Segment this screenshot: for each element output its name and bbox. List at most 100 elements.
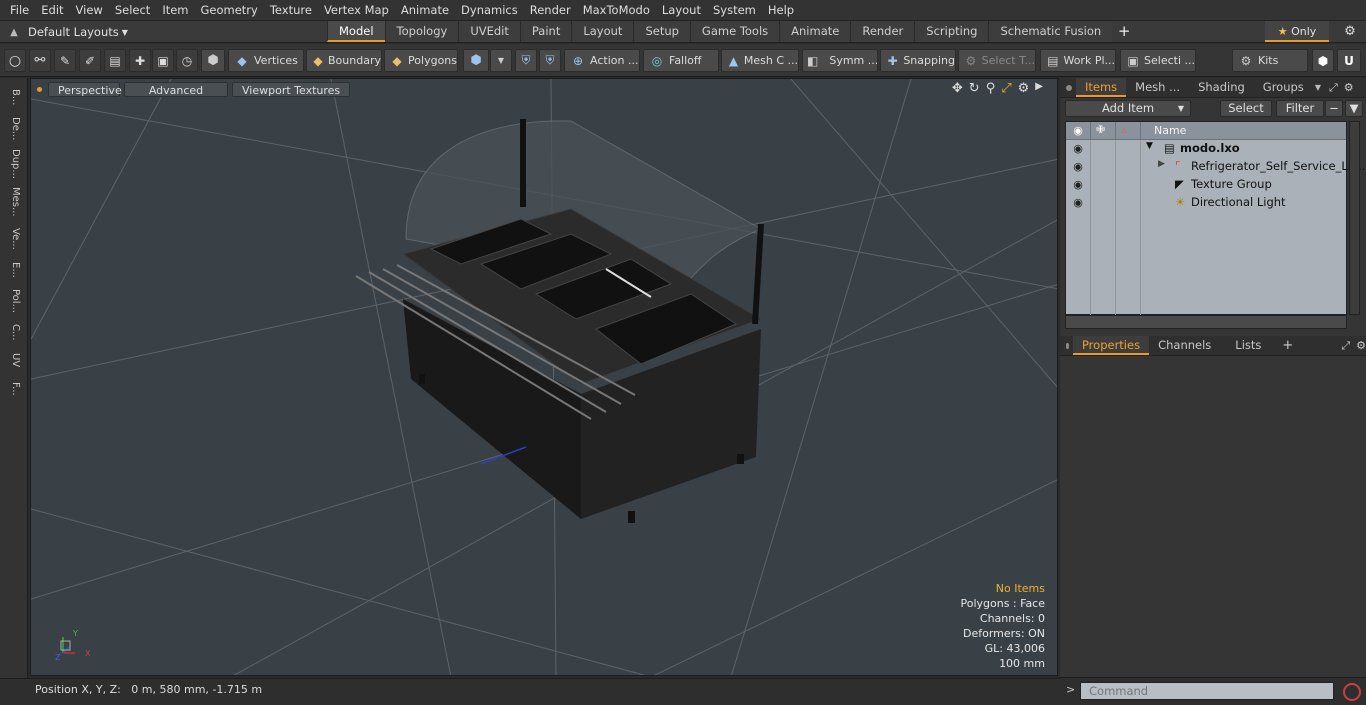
menu-geometry[interactable]: Geometry — [195, 0, 264, 21]
menu-system[interactable]: System — [707, 0, 762, 21]
brush-tool[interactable]: ✐ — [79, 49, 101, 72]
tab-schematic-fusion[interactable]: Schematic Fusion — [988, 21, 1113, 42]
menu-layout[interactable]: Layout — [656, 0, 707, 21]
gear-icon[interactable]: ⚙ — [1344, 81, 1354, 94]
menu-maxtomodo[interactable]: MaxToModo — [577, 0, 656, 21]
menu-help[interactable]: Help — [762, 0, 800, 21]
move-view-icon[interactable]: ✥ — [952, 81, 963, 96]
filter-button[interactable]: Filter — [1276, 100, 1324, 117]
select-circle-tool[interactable]: ○ — [4, 49, 26, 72]
menu-select[interactable]: Select — [109, 0, 156, 21]
item-row-texture-group[interactable]: ◉ ◤ Texture Group — [1066, 176, 1346, 194]
item-mode-button[interactable]: ⬢ — [201, 49, 225, 72]
gear-icon[interactable]: ⚙ — [1018, 81, 1030, 96]
select-button[interactable]: Select — [1220, 100, 1272, 117]
only-toggle[interactable]: ★ Only — [1265, 21, 1329, 42]
strip-tab-basic[interactable]: B... — [5, 84, 21, 110]
strip-tab-vertex[interactable]: Ve... — [5, 224, 21, 254]
tab-scripting[interactable]: Scripting — [914, 21, 989, 42]
tab-layout[interactable]: Layout — [571, 21, 634, 42]
mesh-constraints-button[interactable]: ▲ Mesh C ... — [721, 49, 799, 72]
snap-shield-button[interactable]: ⛨ — [539, 49, 561, 72]
eye-icon[interactable]: ◉ — [1071, 178, 1085, 191]
gear-icon[interactable]: ⚙ — [1336, 21, 1364, 42]
tab-groups[interactable]: Groups — [1254, 78, 1313, 97]
tab-shading[interactable]: Shading — [1189, 78, 1254, 97]
rotate-view-icon[interactable]: ↻ — [969, 81, 980, 96]
eye-icon[interactable]: ◉ — [1071, 124, 1085, 137]
tab-animate[interactable]: Animate — [779, 21, 851, 42]
tab-render[interactable]: Render — [850, 21, 915, 42]
tab-properties[interactable]: Properties — [1072, 336, 1150, 355]
perspective-dropdown[interactable]: Perspective — [48, 81, 122, 97]
globe-tool[interactable]: ⚯ — [29, 49, 51, 72]
mode-dropdown[interactable]: ▼ — [490, 49, 512, 72]
render-icon[interactable]: ▵ — [1121, 123, 1127, 136]
menu-animate[interactable]: Animate — [395, 0, 455, 21]
add-item-button[interactable]: Add Item ▼ — [1065, 100, 1191, 117]
timer-tool[interactable]: ◷ — [176, 49, 198, 72]
advanced-dropdown[interactable]: Advanced — [124, 81, 228, 97]
menu-view[interactable]: View — [70, 0, 109, 21]
layouts-dropdown[interactable]: ▲ Default Layouts ▼ — [0, 21, 200, 43]
tab-lists[interactable]: Lists — [1226, 336, 1270, 355]
snapping-button[interactable]: ✚ Snapping — [880, 49, 956, 72]
strip-tab-deform[interactable]: De... — [5, 114, 21, 144]
funnel-icon[interactable]: ▼ — [1345, 100, 1363, 117]
falloff-button[interactable]: ◎ Falloff — [643, 49, 719, 72]
tab-setup[interactable]: Setup — [633, 21, 690, 42]
item-row-directional-light[interactable]: ◉ ☀ Directional Light — [1066, 194, 1346, 212]
menu-vertex-map[interactable]: Vertex Map — [318, 0, 395, 21]
gear-icon[interactable]: ⚙ — [1356, 339, 1366, 352]
item-row-scene[interactable]: ◉ ▼ ▤ modo.lxo — [1066, 140, 1346, 158]
strip-tab-mesh-edit[interactable]: Mes... — [5, 184, 21, 220]
3d-viewport[interactable]: Perspective Advanced Viewport Textures ✥… — [30, 78, 1058, 676]
name-column-header[interactable]: Name — [1154, 124, 1186, 137]
expand-panel-icon[interactable]: ⤢ — [1341, 339, 1350, 353]
polygons-button[interactable]: ◆ Polygons — [384, 49, 458, 72]
eye-icon[interactable]: ◉ — [1071, 196, 1085, 209]
chevron-down-icon[interactable]: ▼ — [1315, 83, 1321, 92]
maximize-icon[interactable]: ⤢ — [1001, 81, 1011, 96]
tab-mesh[interactable]: Mesh ... — [1126, 78, 1189, 97]
menu-dynamics[interactable]: Dynamics — [455, 0, 524, 21]
symmetry-shield-button[interactable]: ⛨ — [515, 49, 537, 72]
tab-paint[interactable]: Paint — [519, 21, 572, 42]
material-mode-button[interactable]: ⬢ — [463, 49, 489, 72]
item-list-vertical-scrollbar[interactable] — [1349, 121, 1360, 315]
eye-icon[interactable]: ◉ — [1071, 160, 1085, 173]
unity-button[interactable]: ⬢ — [1312, 49, 1334, 72]
strip-tab-fusion[interactable]: F... — [5, 376, 21, 402]
add-tab-button[interactable]: + — [1112, 21, 1136, 43]
menu-texture[interactable]: Texture — [264, 0, 318, 21]
eye-icon[interactable]: ◉ — [1071, 142, 1085, 155]
tab-model[interactable]: Model — [327, 21, 385, 42]
expand-panel-icon[interactable]: ⤢ — [1329, 81, 1338, 95]
tab-uvedit[interactable]: UVEdit — [458, 21, 520, 42]
chevron-right-icon[interactable]: ▶ — [1035, 81, 1043, 96]
layout-switch-icon[interactable]: ▲ — [0, 27, 28, 38]
selection-sets-button[interactable]: ▣ Selecti ... — [1120, 49, 1196, 72]
symmetry-button[interactable]: ◧ Symm ... — [802, 49, 878, 72]
menu-render[interactable]: Render — [524, 0, 577, 21]
square-tool[interactable]: ▣ — [152, 49, 174, 72]
record-macro-icon[interactable] — [1343, 683, 1361, 701]
add-tab-button[interactable]: + — [1282, 338, 1293, 353]
tab-game-tools[interactable]: Game Tools — [689, 21, 780, 42]
command-input[interactable] — [1080, 682, 1334, 700]
expand-arrow-icon[interactable]: ▼ — [1146, 141, 1153, 151]
boundary-button[interactable]: ◆ Boundary — [306, 49, 382, 72]
tab-channels[interactable]: Channels — [1149, 336, 1220, 355]
align-tool[interactable]: ▤ — [104, 49, 126, 72]
viewport-textures-dropdown[interactable]: Viewport Textures — [232, 81, 351, 97]
tab-items[interactable]: Items — [1076, 78, 1127, 97]
menu-item[interactable]: Item — [156, 0, 194, 21]
strip-tab-curve[interactable]: C... — [5, 320, 21, 344]
unreal-button[interactable]: U — [1337, 49, 1361, 72]
item-list-horizontal-scrollbar[interactable] — [1065, 315, 1347, 329]
center-tool[interactable]: ✚ — [129, 49, 151, 72]
collapse-button[interactable]: − — [1325, 100, 1343, 117]
action-center-button[interactable]: ⊕ Action ... — [564, 49, 640, 72]
zoom-icon[interactable]: ⚲ — [986, 81, 996, 96]
kits-button[interactable]: ⚙ Kits — [1232, 49, 1308, 72]
